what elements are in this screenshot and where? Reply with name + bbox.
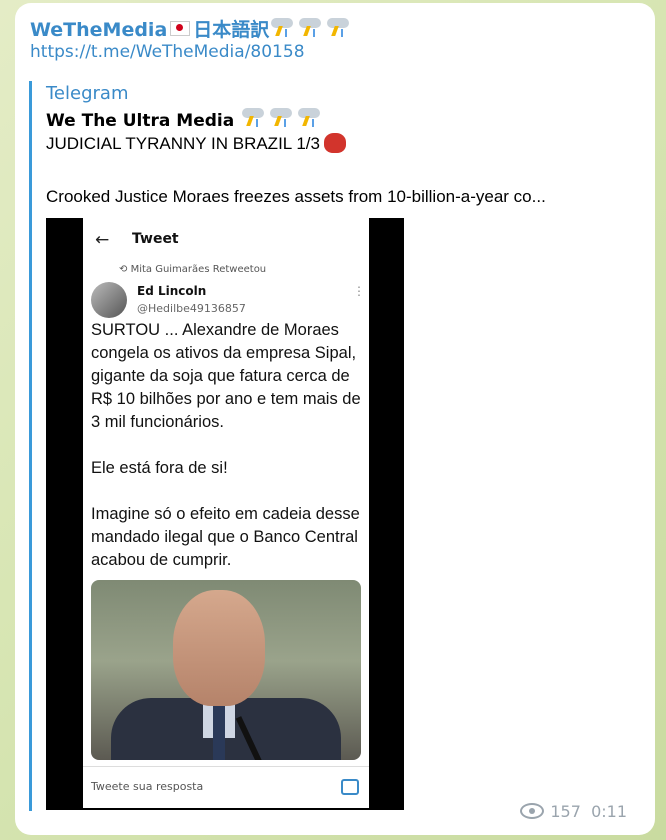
forward-source[interactable]: Telegram	[46, 83, 128, 104]
forward-text: Crooked Justice Moraes freezes assets fr…	[46, 187, 546, 206]
eye-icon	[520, 802, 545, 819]
message-meta: 157 0:11	[520, 802, 627, 821]
storm-cloud-icon	[325, 16, 353, 40]
avatar	[91, 282, 127, 318]
japan-flag-icon	[170, 21, 191, 36]
channel-name: WeTheMedia	[30, 19, 168, 41]
tweet-paragraph: Imagine só o efeito em cadeia desse mand…	[91, 505, 360, 569]
storm-cloud-icon	[296, 106, 324, 130]
forward-channel-name: We The Ultra Media	[46, 106, 324, 133]
reply-placeholder: Tweete sua resposta	[91, 780, 204, 793]
storm-cloud-icon	[297, 16, 325, 40]
message-bubble: WeTheMedia 日本語訳 https://t.me/WeTheMedia/8…	[15, 3, 655, 835]
retweet-label: ⟲ Mita Guimarães Retweetou	[119, 264, 267, 275]
message-time: 0:11	[591, 802, 627, 821]
forwarded-quote[interactable]: Telegram We The Ultra Media JUDICIAL TYR…	[29, 81, 630, 811]
tweet-paragraph: Ele está fora de si!	[91, 459, 228, 477]
tweet-screenshot: ← Tweet ⟲ Mita Guimarães Retweetou Ed Li…	[83, 218, 369, 808]
more-icon: ⋮	[353, 284, 365, 298]
ogre-icon	[323, 132, 346, 153]
headline-text: JUDICIAL TYRANNY IN BRAZIL 1/3	[46, 134, 320, 153]
channel-title[interactable]: WeTheMedia 日本語訳	[30, 15, 353, 43]
tweet-header: Tweet	[132, 231, 179, 247]
forward-headline: JUDICIAL TYRANNY IN BRAZIL 1/3	[46, 132, 346, 155]
back-arrow-icon: ←	[95, 230, 110, 250]
camera-icon	[341, 779, 359, 795]
tweet-author: Ed Lincoln	[137, 284, 207, 298]
storm-cloud-icon	[269, 16, 297, 40]
forward-name-text: We The Ultra Media	[46, 111, 235, 131]
view-count: 157	[550, 802, 581, 821]
storm-cloud-icon	[240, 106, 268, 130]
tweet-paragraph: SURTOU ... Alexandre de Moraes congela o…	[91, 321, 361, 431]
reply-bar: Tweete sua resposta	[83, 766, 369, 809]
tweet-photo	[91, 580, 361, 760]
tweet-handle: @Hedilbe49136857	[137, 302, 246, 315]
channel-suffix: 日本語訳	[193, 19, 270, 41]
retweeted-by: Mita Guimarães Retweetou	[130, 264, 267, 275]
storm-cloud-icon	[268, 106, 296, 130]
message-link[interactable]: https://t.me/WeTheMedia/80158	[30, 42, 305, 62]
tweet-body: SURTOU ... Alexandre de Moraes congela o…	[91, 319, 366, 595]
video-player[interactable]: ← Tweet ⟲ Mita Guimarães Retweetou Ed Li…	[46, 218, 404, 810]
